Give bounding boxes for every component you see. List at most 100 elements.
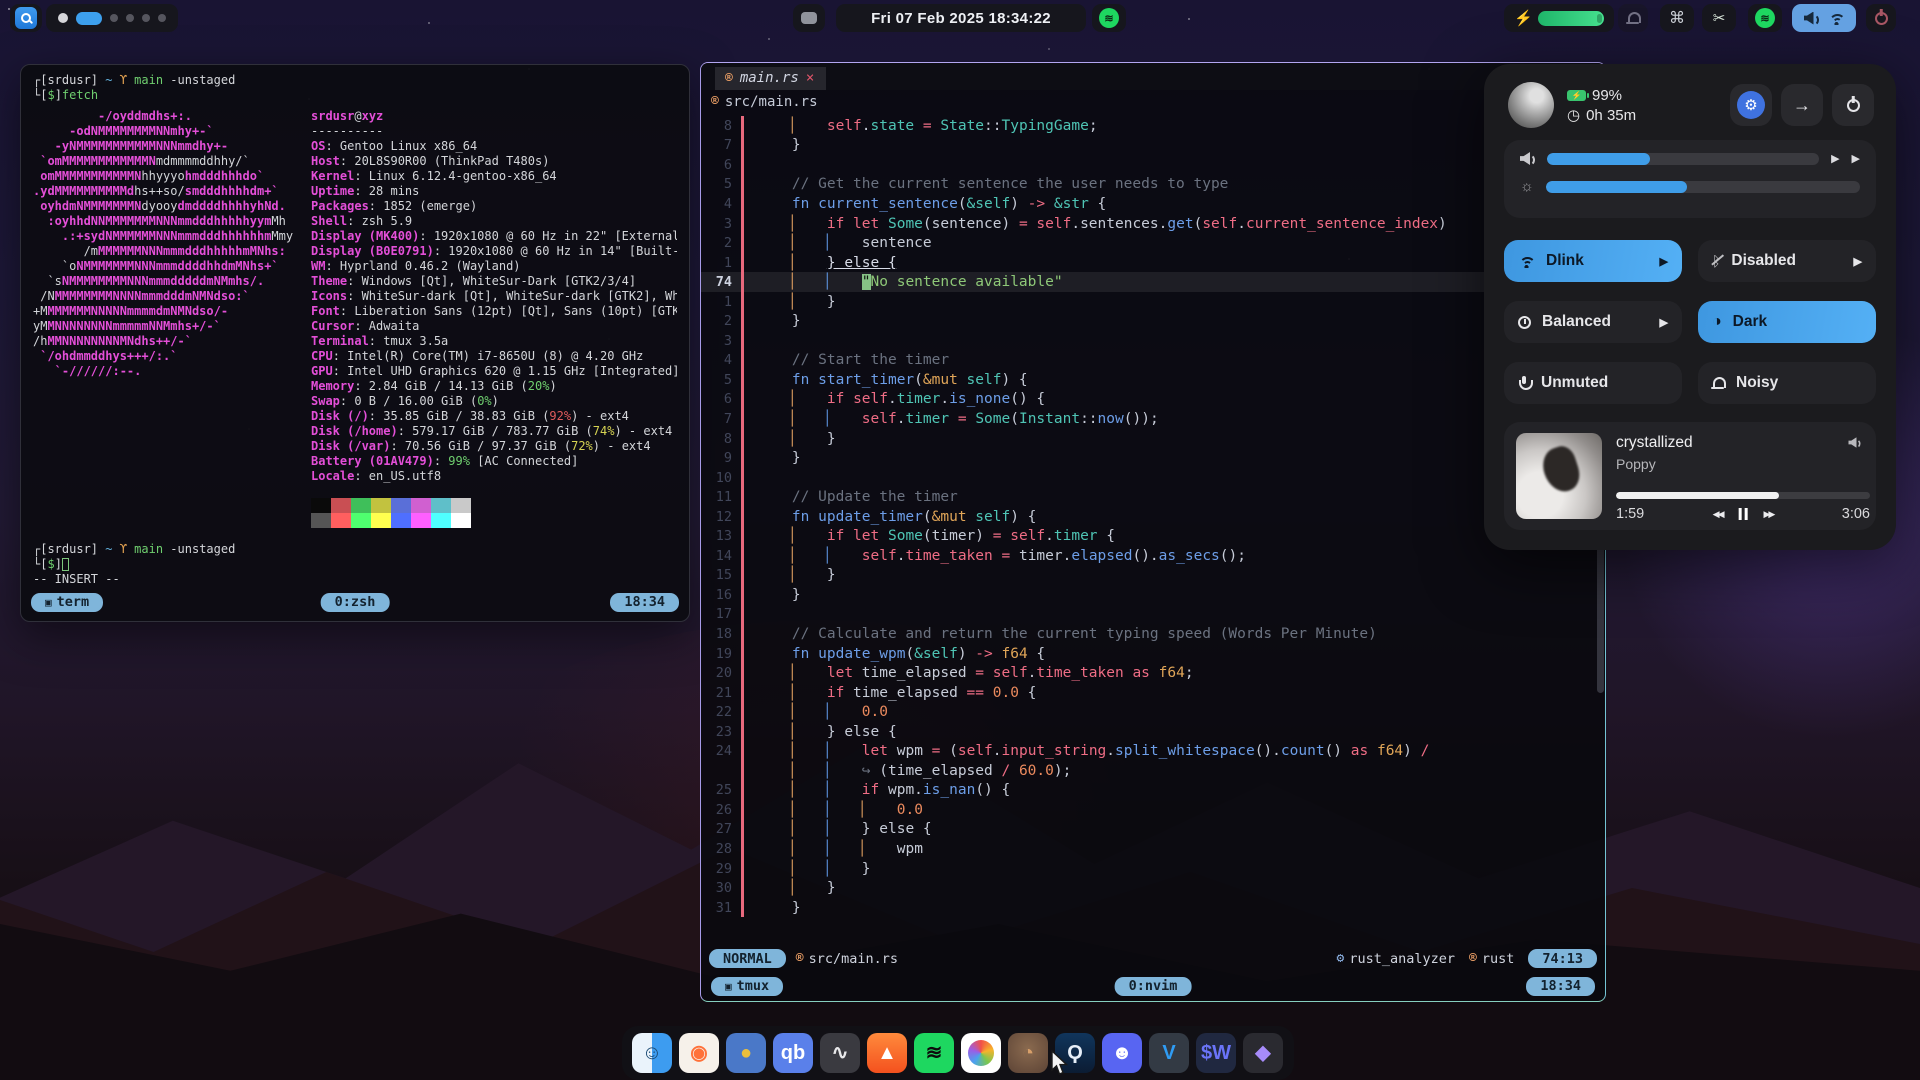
system-info-line: Memory: 2.84 GiB / 14.13 GiB (20%): [311, 379, 677, 394]
dock-app-qbittorrent[interactable]: qb: [773, 1033, 813, 1073]
system-info-line: Uptime: 28 mins: [311, 184, 677, 199]
code-line: 3 ▏ if let Some(sentence) = self.sentenc…: [701, 214, 1605, 234]
color-swatch: [371, 513, 391, 528]
dock-app-firefox[interactable]: ◉: [679, 1033, 719, 1073]
dock-app-vlc[interactable]: ▲: [867, 1033, 907, 1073]
toggle-disabled[interactable]: ᛒDisabled▶: [1698, 240, 1876, 282]
workspace-empty[interactable]: [110, 14, 118, 22]
brightness-icon: ☼: [1520, 178, 1534, 195]
workspace-active[interactable]: [76, 12, 102, 25]
workspace-empty[interactable]: [142, 14, 150, 22]
toggle-unmuted[interactable]: Unmuted: [1504, 362, 1682, 404]
workspace-indicator[interactable]: [46, 4, 178, 32]
media-player-card: crystallized Poppy 1:59 ◀◀ ▶▶ 3:06: [1504, 422, 1876, 530]
line-number: 74: [701, 274, 741, 290]
search-button[interactable]: [10, 4, 42, 32]
dock-app-streetwriter[interactable]: $W: [1196, 1033, 1236, 1073]
dock-app-vscode[interactable]: V: [1149, 1033, 1189, 1073]
tmux-session-pill[interactable]: ▣tmux: [711, 977, 783, 996]
power-icon: [1847, 99, 1860, 112]
code-line: 17: [701, 605, 1605, 625]
vscode-icon: V: [1162, 1043, 1175, 1063]
system-info-line: Theme: Windows [Qt], WhiteSur-Dark [GTK2…: [311, 274, 677, 289]
code-buffer[interactable]: 8 ▏ self.state = State::TypingGame;7 }65…: [701, 113, 1605, 946]
notification-bell-button[interactable]: [1618, 4, 1648, 32]
volume-mixer-chevron[interactable]: ▶: [1852, 152, 1860, 165]
seek-bar[interactable]: [1616, 492, 1870, 499]
toggle-balanced[interactable]: Balanced▶: [1504, 301, 1682, 343]
chevron-right-icon[interactable]: ▶: [1660, 316, 1668, 329]
logout-button[interactable]: →: [1781, 84, 1823, 126]
screenshot-button[interactable]: ✂: [1702, 4, 1736, 32]
line-number: 30: [701, 880, 741, 896]
system-info-line: CPU: Intel(R) Core(TM) i7-8650U (8) @ 4.…: [311, 349, 677, 364]
code-line: ▏ ▏ ↪ (time_elapsed / 60.0);: [701, 761, 1605, 781]
system-info-line: Host: 20L8S90R00 (ThinkPad T480s): [311, 154, 677, 169]
power-button[interactable]: [1866, 4, 1896, 32]
clock[interactable]: Fri 07 Feb 2025 18:34:22: [836, 4, 1086, 32]
editor-window[interactable]: ® main.rs × ® src/main.rs 8 ▏ self.state…: [700, 62, 1606, 1002]
notifications-button[interactable]: [793, 4, 825, 32]
dock-app-obsidian[interactable]: ◆: [1243, 1033, 1283, 1073]
dock-app-otter-app[interactable]: ◔: [1008, 1033, 1048, 1073]
tmux-window-pill[interactable]: 0:zsh: [321, 593, 390, 612]
toggle-dark[interactable]: ◑Dark: [1698, 301, 1876, 343]
spotify-tray-button[interactable]: ≋: [1092, 4, 1126, 32]
tmux-session-pill[interactable]: ▣term: [31, 593, 103, 612]
avatar[interactable]: [1508, 82, 1554, 128]
dock-app-duck[interactable]: ●: [726, 1033, 766, 1073]
panel-header: ⚡ 99% ◷ 0h 35m: [1508, 82, 1636, 128]
palette-row: [311, 498, 677, 513]
line-number: 23: [701, 724, 741, 740]
dock-app-file-manager[interactable]: ☺: [632, 1033, 672, 1073]
quick-toggles: Dlink▶ ᛒDisabled▶ Balanced▶ ◑Dark Unmuted Noi…: [1504, 240, 1876, 404]
chevron-right-icon[interactable]: ▶: [1660, 255, 1668, 268]
dock-app-spotify[interactable]: ≋: [914, 1033, 954, 1073]
workspace-empty[interactable]: [158, 14, 166, 22]
spotify-launcher-button[interactable]: ≋: [1748, 4, 1782, 32]
player-volume-icon[interactable]: [1849, 437, 1861, 447]
workspace-empty[interactable]: [126, 14, 134, 22]
chevron-right-icon[interactable]: ▶: [1854, 255, 1862, 268]
line-number: 22: [701, 704, 741, 720]
volume-network-button[interactable]: [1792, 4, 1856, 32]
toggle-dlink[interactable]: Dlink▶: [1504, 240, 1682, 282]
tmux-clock-pill: 18:34: [1526, 977, 1595, 996]
command-menu-button[interactable]: ⌘: [1660, 4, 1694, 32]
dock-app-discord[interactable]: ☻: [1102, 1033, 1142, 1073]
pause-button[interactable]: [1739, 508, 1748, 520]
code-line: 21 ▏ if time_elapsed == 0.0 {: [701, 683, 1605, 703]
tmux-window-pill[interactable]: 0:nvim: [1115, 977, 1192, 996]
system-info-line: Font: Liberation Sans (12pt) [Qt], Sans …: [311, 304, 677, 319]
workspace-occupied[interactable]: [58, 13, 68, 23]
line-number: 11: [701, 489, 741, 505]
code-line: 26 ▏ ▏ ▏ 0.0: [701, 800, 1605, 820]
next-track-button[interactable]: ▶▶: [1764, 509, 1774, 520]
lsp-indicator: ⚙rust_analyzer: [1337, 951, 1456, 967]
system-info-line: ----------: [311, 124, 677, 139]
system-info-line: srdusr@xyz: [311, 109, 677, 124]
ascii-art-line: `sNMMMMMMMMNNNmmmdddddmNMmhs/.: [33, 274, 311, 289]
code-line: 8 ▏ self.state = State::TypingGame;: [701, 116, 1605, 136]
command-icon: ⌘: [1669, 8, 1685, 28]
previous-track-button[interactable]: ◀◀: [1713, 509, 1723, 520]
dock-app-photos[interactable]: [961, 1033, 1001, 1073]
tab-close-icon[interactable]: ×: [806, 70, 814, 86]
track-artist: Poppy: [1616, 456, 1656, 472]
vi-mode-indicator: -- INSERT --: [33, 572, 677, 587]
volume-output-chevron[interactable]: ▶: [1831, 152, 1839, 165]
terminal-window[interactable]: ┌[srdusr] ~ ϒ main -unstaged└[$]fetch -/…: [20, 64, 690, 622]
line-number: 3: [701, 333, 741, 349]
brightness-slider[interactable]: [1546, 181, 1860, 193]
settings-button[interactable]: ⚙: [1730, 84, 1772, 126]
volume-slider[interactable]: [1547, 153, 1819, 165]
shell-prompt: └[$]fetch: [33, 88, 677, 103]
dock-app-swirl-app[interactable]: ∿: [820, 1033, 860, 1073]
ascii-art-line: `oNMMMMMMMNNNmmmddddhhdmMNhs+`: [33, 259, 311, 274]
toggle-noisy[interactable]: Noisy: [1698, 362, 1876, 404]
battery-indicator[interactable]: ⚡: [1504, 4, 1614, 32]
line-number: 29: [701, 861, 741, 877]
shutdown-button[interactable]: [1832, 84, 1874, 126]
line-number: 4: [701, 196, 741, 212]
tab-main-rs[interactable]: ® main.rs ×: [715, 67, 826, 90]
